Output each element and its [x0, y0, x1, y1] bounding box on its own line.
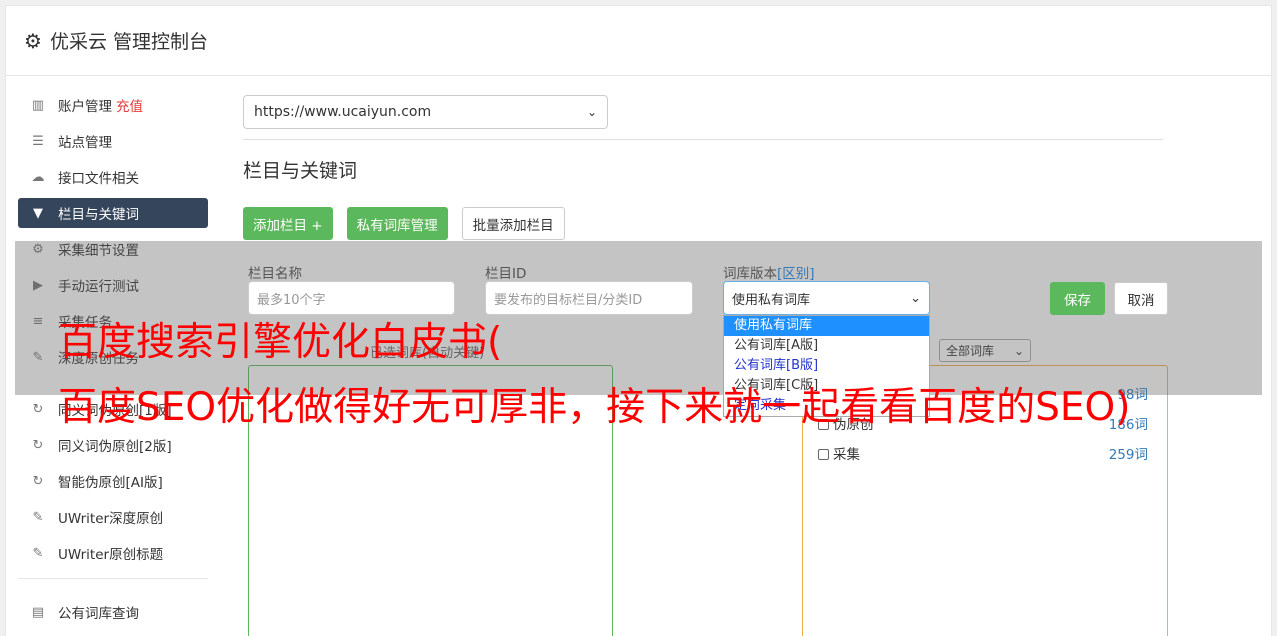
gear-icon: ⚙	[24, 28, 42, 53]
section-title: 栏目与关键词	[243, 160, 358, 182]
chevron-down-icon: ⌄	[910, 290, 921, 306]
watermark-line-2: 百度SEO优化做得好无可厚非，接下来就一起看看百度的SEO)	[58, 385, 1131, 430]
column-name-label: 栏目名称	[248, 266, 302, 282]
dropdown-option[interactable]: 使用私有词库	[724, 316, 929, 336]
refresh-icon: ↻	[32, 473, 44, 489]
sidebar-item-uwriter-title[interactable]: ✎ UWriter原创标题	[18, 538, 208, 568]
sidebar-item-ai-rewrite[interactable]: ↻ 智能伪原创[AI版]	[18, 466, 208, 496]
recharge-link[interactable]: 充值	[116, 95, 143, 115]
sidebar-item-label: 站点管理	[58, 135, 112, 151]
sidebar-item-label: UWriter深度原创	[58, 511, 164, 527]
difference-link[interactable]: [区别]	[777, 266, 815, 282]
chevron-down-icon: ⌄	[586, 105, 597, 119]
lib-version-select[interactable]: 使用私有词库 ⌄	[723, 281, 930, 315]
sidebar-divider	[18, 578, 208, 579]
divider	[243, 139, 1163, 140]
lib-item[interactable]: 采集 259词	[818, 443, 1148, 463]
private-lib-button[interactable]: 私有词库管理	[346, 207, 448, 240]
column-id-input[interactable]: 要发布的目标栏目/分类ID	[485, 281, 693, 315]
page-title: 优采云 管理控制台	[49, 31, 208, 53]
sidebar-item-label: 同义词伪原创[2版]	[58, 439, 172, 455]
column-name-input[interactable]: 最多10个字	[248, 281, 455, 315]
sidebar-item-label: 接口文件相关	[58, 171, 139, 187]
edit-icon: ✎	[32, 509, 44, 525]
lib-version-value: 使用私有词库	[732, 292, 811, 308]
refresh-icon: ↻	[32, 401, 44, 417]
lib-item-count: 259词	[1108, 447, 1148, 463]
dropdown-option[interactable]: 公有词库[B版]	[724, 356, 929, 376]
lib-item-label: 采集	[833, 447, 860, 463]
dropdown-option[interactable]: 公有词库[A版]	[724, 336, 929, 356]
lib-version-label: 词库版本[区别]	[723, 262, 815, 282]
sidebar-item-account[interactable]: ▥ 账户管理 充值	[18, 90, 208, 120]
sidebar-item-uwriter-deep[interactable]: ✎ UWriter深度原创	[18, 502, 208, 532]
edit-icon: ✎	[32, 545, 44, 561]
sidebar-item-public-lib[interactable]: ▤ 公有词库查询	[18, 597, 208, 627]
sidebar-item-label: 账户管理	[58, 99, 112, 115]
cancel-button[interactable]: 取消	[1114, 282, 1168, 315]
checkbox[interactable]	[818, 449, 829, 460]
sidebar-item-label: 智能伪原创[AI版]	[58, 475, 163, 491]
lib-version-label-text: 词库版本	[723, 266, 777, 282]
save-button[interactable]: 保存	[1050, 282, 1105, 315]
sidebar-item-label: 栏目与关键词	[58, 207, 139, 223]
action-buttons: 添加栏目 + 私有词库管理 批量添加栏目	[243, 207, 1163, 240]
sidebar-item-sites[interactable]: ☰ 站点管理	[18, 126, 208, 156]
column-id-label: 栏目ID	[485, 266, 527, 282]
server-icon: ☰	[32, 133, 44, 149]
sidebar-item-interface-files[interactable]: ☁ 接口文件相关	[18, 162, 208, 192]
main-content: https://www.ucaiyun.com ⌄ 栏目与关键词 添加栏目 + …	[243, 95, 1163, 240]
add-column-button[interactable]: 添加栏目 +	[243, 207, 333, 240]
sidebar-item-label: UWriter原创标题	[58, 547, 164, 563]
bar-chart-icon: ▥	[31, 97, 45, 113]
sidebar-item-synonym-v2[interactable]: ↻ 同义词伪原创[2版]	[18, 430, 208, 460]
site-select-value: https://www.ucaiyun.com	[254, 104, 432, 120]
refresh-icon: ↻	[32, 437, 44, 453]
cloud-upload-icon: ☁	[31, 169, 45, 185]
site-select[interactable]: https://www.ucaiyun.com ⌄	[243, 95, 608, 129]
sidebar-item-columns-keywords[interactable]: ▼ 栏目与关键词	[18, 198, 208, 228]
sidebar-item-label: 公有词库查询	[58, 606, 139, 622]
book-icon: ▤	[31, 604, 45, 620]
filter-icon: ▼	[33, 205, 43, 221]
watermark-line-1: 百度搜索引擎优化白皮书(	[58, 320, 503, 365]
batch-add-button[interactable]: 批量添加栏目	[461, 207, 565, 240]
top-bar: ⚙ 优采云 管理控制台	[6, 6, 1271, 76]
modal-overlay	[15, 241, 1262, 395]
